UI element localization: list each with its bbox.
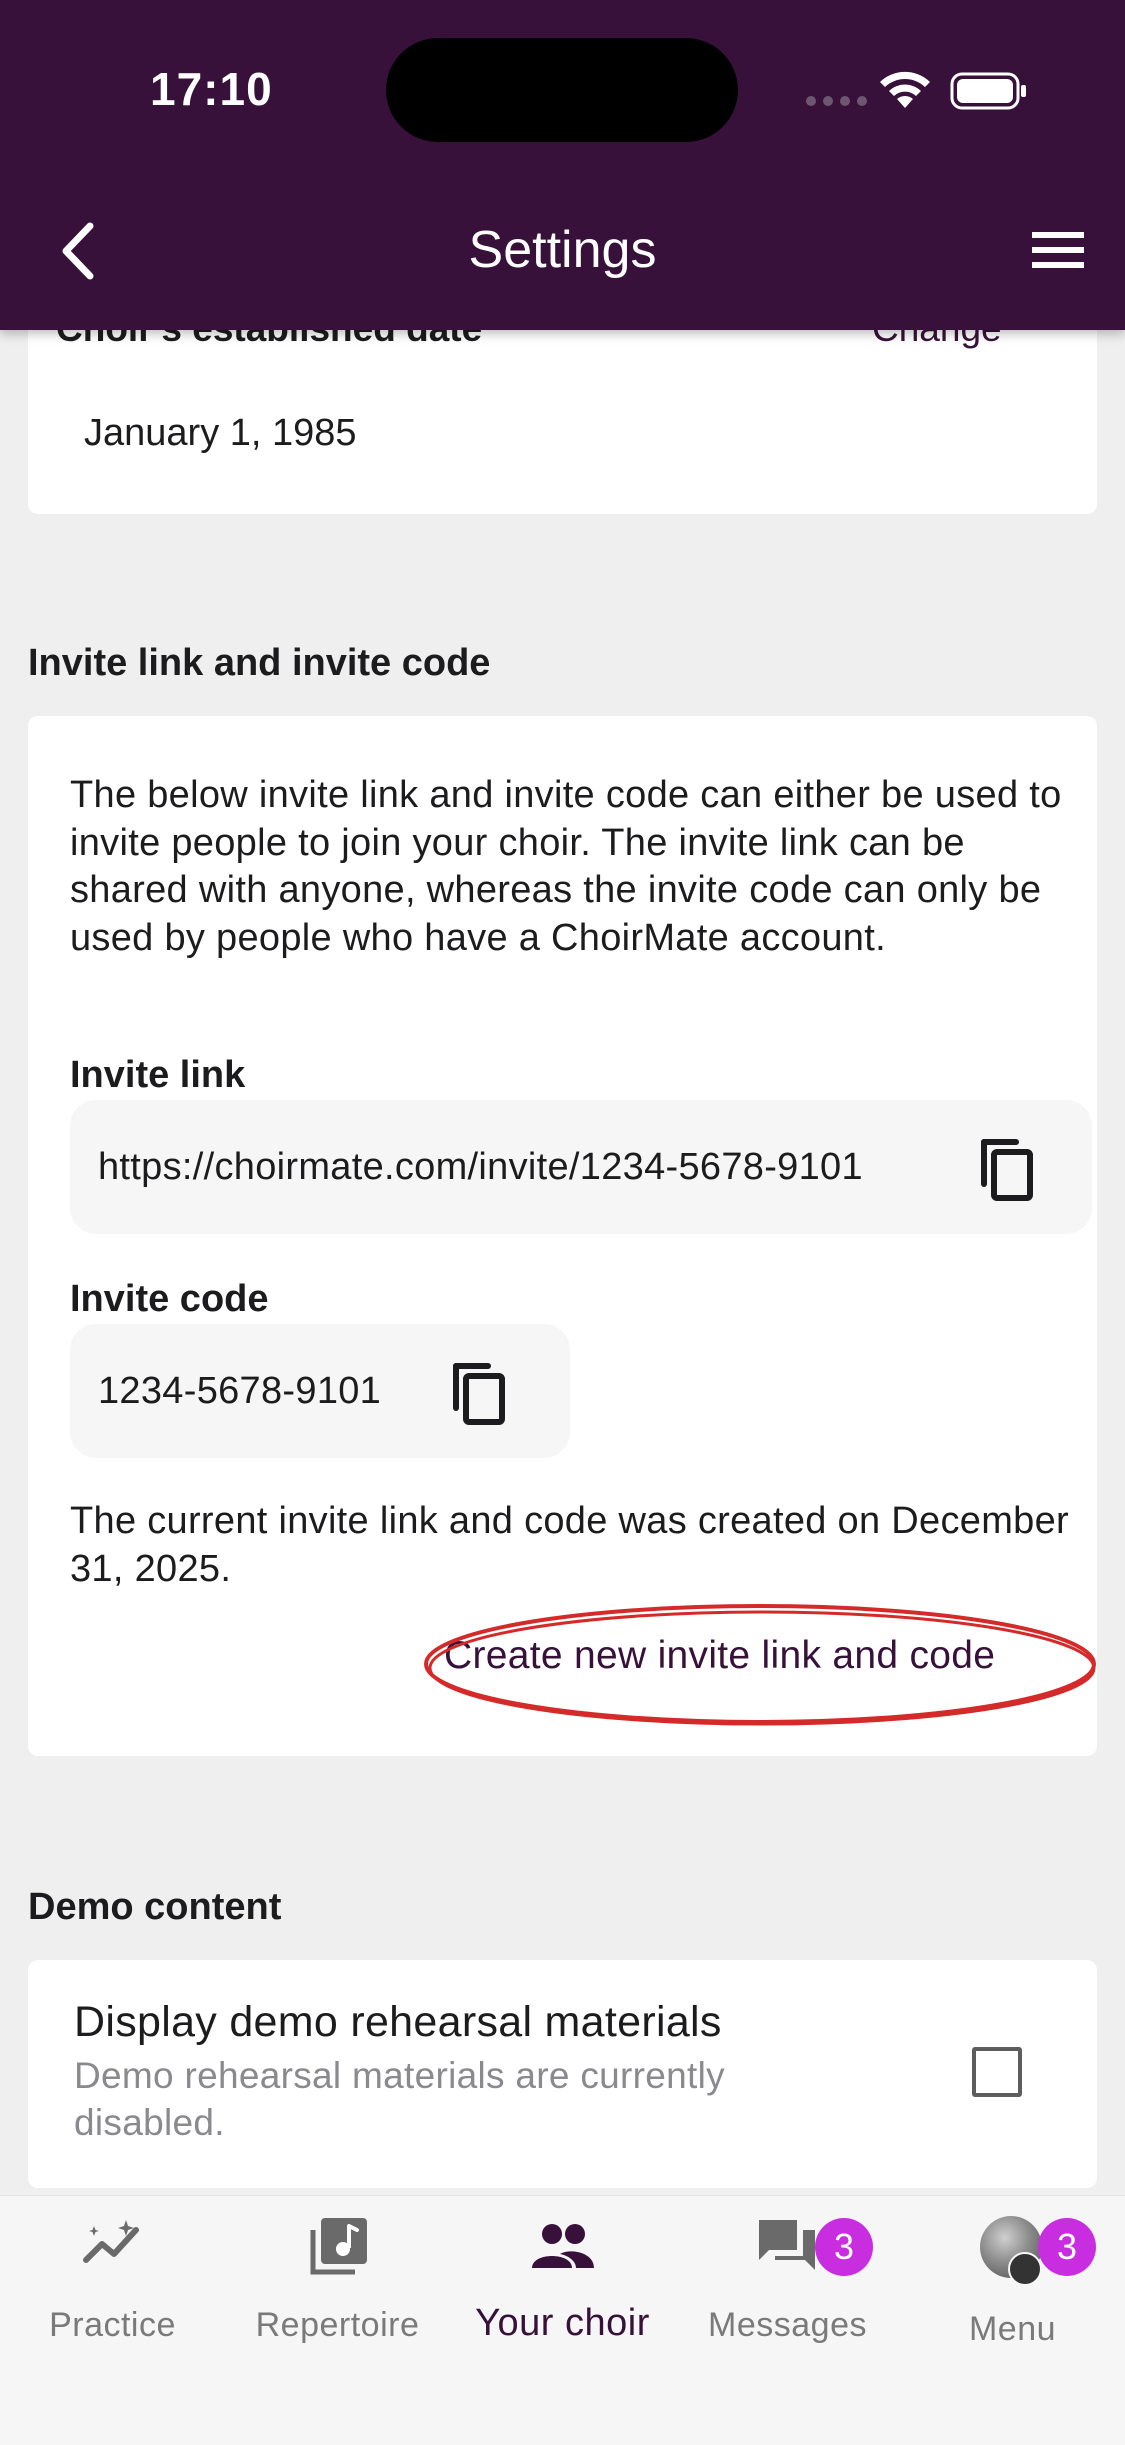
status-time: 17:10 [150,63,273,115]
battery-icon [950,72,1026,110]
copy-link-icon[interactable] [976,1136,1036,1202]
dynamic-island [386,38,738,142]
cellular-signal-icon [806,96,867,106]
menu-badge: 3 [1038,2218,1096,2276]
demo-section-title: Demo content [28,1886,282,1928]
nav-tab-repertoire[interactable]: Repertoire [225,2196,450,2346]
invite-link-field[interactable]: https://choirmate.com/invite/1234-5678-9… [70,1100,1092,1234]
repertoire-icon [310,2218,367,2275]
bottom-navigation: Practice Repertoire Your choir 3 Message… [0,2195,1125,2445]
nav-label-repertoire: Repertoire [255,2306,420,2344]
messages-icon [758,2220,815,2270]
nav-label-your-choir: Your choir [475,2302,650,2344]
nav-tab-messages[interactable]: 3 Messages [675,2196,900,2346]
messages-badge: 3 [815,2218,873,2276]
copy-code-icon[interactable] [448,1360,508,1426]
page-title: Settings [468,221,657,279]
invite-description: The below invite link and invite code ca… [70,774,1062,959]
avatar-menu-icon [1008,2252,1042,2286]
create-new-invite-button[interactable]: Create new invite link and code [444,1634,995,1678]
established-date-value: January 1, 1985 [84,412,357,454]
nav-tab-your-choir[interactable]: Your choir [450,2196,675,2346]
top-app-bar: 17:10 Settings [0,0,1125,330]
demo-setting-title: Display demo rehearsal materials [74,1998,722,2046]
nav-tab-practice[interactable]: Practice [0,2196,225,2346]
demo-setting-subtitle: Demo rehearsal materials are currently d… [74,2055,725,2143]
hamburger-menu-icon[interactable] [1030,226,1086,274]
people-icon [531,2224,594,2268]
invite-code-label: Invite code [70,1278,269,1320]
nav-label-practice: Practice [49,2306,176,2344]
invite-code-field[interactable]: 1234-5678-9101 [70,1324,570,1458]
invite-section-title: Invite link and invite code [28,642,491,684]
nav-label-messages: Messages [708,2306,867,2344]
nav-tab-menu[interactable]: 3 Menu [900,2196,1125,2348]
invite-created-text: The current invite link and code was cre… [70,1500,1069,1590]
nav-label-menu: Menu [968,2310,1057,2348]
practice-icon [82,2220,139,2263]
invite-link-value: https://choirmate.com/invite/1234-5678-9… [98,1146,863,1188]
wifi-icon [880,71,930,108]
demo-materials-checkbox[interactable] [972,2047,1022,2097]
invite-link-label: Invite link [70,1054,246,1096]
invite-code-value: 1234-5678-9101 [98,1370,382,1412]
